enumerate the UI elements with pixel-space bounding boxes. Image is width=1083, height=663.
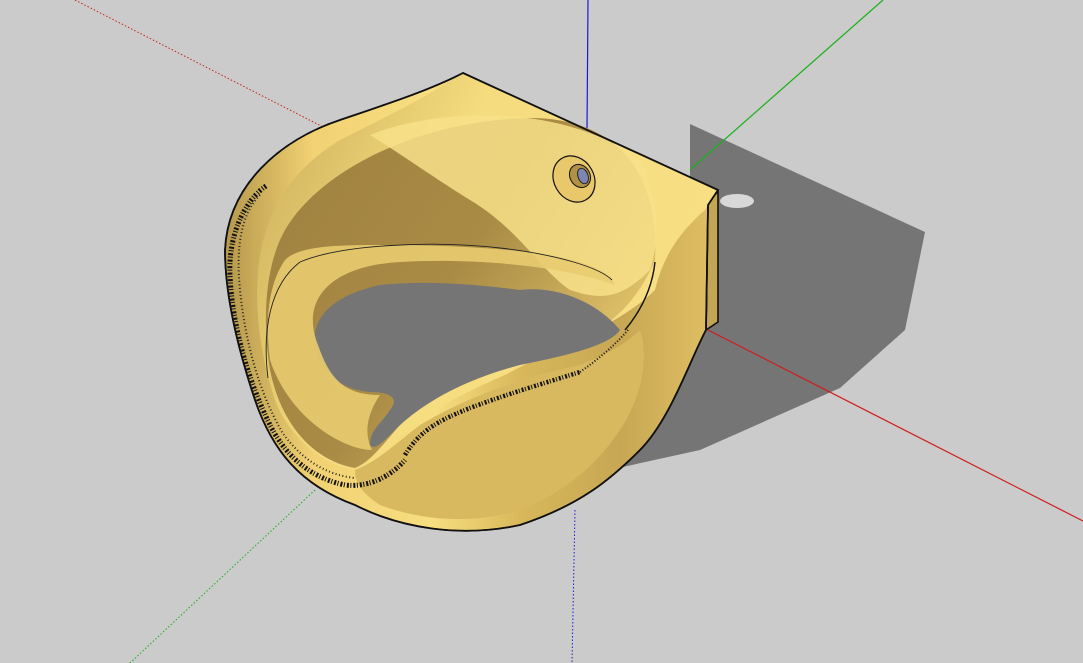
green-axis-dotted (129, 489, 316, 663)
shadow-screw-hole (720, 194, 754, 208)
red-axis-dotted (74, 0, 326, 129)
modeling-viewport[interactable] (0, 0, 1083, 663)
3d-scene[interactable] (0, 0, 1083, 663)
blue-axis-dotted (571, 509, 576, 663)
green-axis-solid (689, 0, 884, 171)
blue-axis-solid (586, 0, 589, 131)
red-axis-solid (707, 329, 1083, 522)
